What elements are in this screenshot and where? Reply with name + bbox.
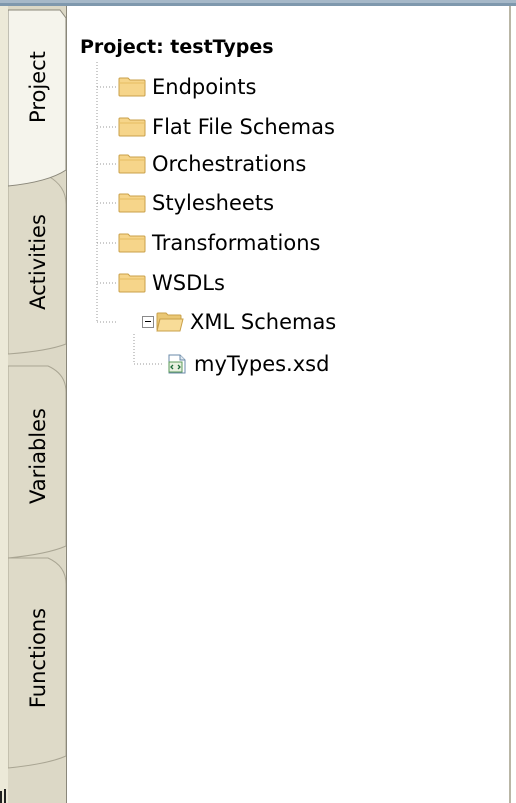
- folder-icon: [118, 233, 146, 253]
- tree-item-xml-schemas[interactable]: XML Schemas: [156, 305, 336, 339]
- folder-icon: [118, 77, 146, 97]
- tree-item-label: Endpoints: [152, 75, 257, 99]
- tree-item-label: WSDLs: [152, 271, 225, 295]
- tree-item-flat-file-schemas[interactable]: Flat File Schemas: [118, 110, 335, 144]
- tree-item-orchestrations[interactable]: Orchestrations: [118, 147, 306, 181]
- tree-item-transformations[interactable]: Transformations: [118, 226, 321, 260]
- folder-icon: [118, 193, 146, 213]
- open-folder-icon: [156, 312, 184, 332]
- collapse-toggle-icon[interactable]: [142, 316, 154, 328]
- folder-icon: [118, 117, 146, 137]
- tree-item-label: Stylesheets: [152, 191, 275, 215]
- folder-icon: [118, 273, 146, 293]
- tree-item-label: Orchestrations: [152, 152, 307, 176]
- resize-grip-icon: [0, 789, 6, 803]
- tree-item-stylesheets[interactable]: Stylesheets: [118, 186, 274, 220]
- tree-item-wsdls[interactable]: WSDLs: [118, 266, 225, 300]
- tree-item-mytypes-xsd[interactable]: myTypes.xsd: [166, 347, 329, 381]
- tree-item-label: XML Schemas: [190, 310, 337, 334]
- xsd-file-icon: [168, 354, 186, 374]
- tree-item-label: Transformations: [152, 231, 321, 255]
- tree-item-endpoints[interactable]: Endpoints: [118, 70, 256, 104]
- tree-item-label: myTypes.xsd: [194, 352, 330, 376]
- folder-icon: [118, 154, 146, 174]
- tree-item-label: Flat File Schemas: [152, 115, 335, 139]
